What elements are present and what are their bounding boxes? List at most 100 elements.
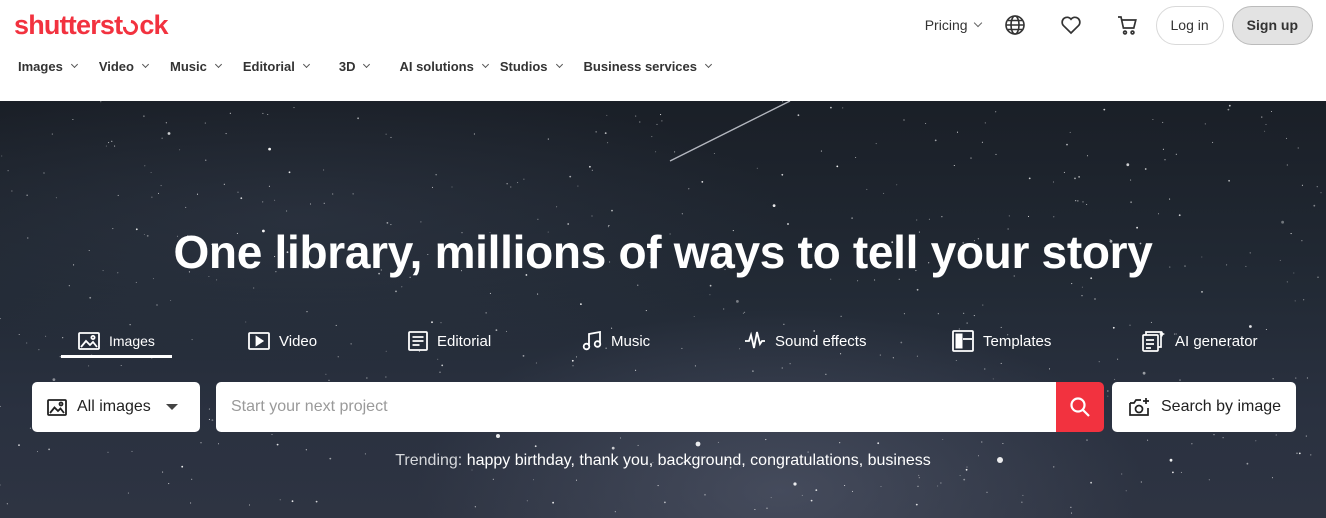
trending-term[interactable]: congratulations, <box>750 452 863 469</box>
star-dot <box>1 155 3 157</box>
tab-images[interactable]: Images <box>78 326 155 356</box>
nav-item-business-services[interactable]: Business services <box>584 59 713 74</box>
star-dot <box>844 484 846 487</box>
star-dot <box>836 165 839 168</box>
login-button[interactable]: Log in <box>1155 5 1224 45</box>
nav-item-images[interactable]: Images <box>18 59 78 74</box>
signup-button[interactable]: Sign up <box>1231 5 1313 45</box>
star-dot <box>903 119 905 121</box>
pricing-menu[interactable]: Pricing <box>924 17 982 33</box>
star-dot <box>268 185 270 187</box>
nav-item-3d[interactable]: 3D <box>339 59 371 74</box>
star-dot <box>532 479 535 481</box>
star-dot <box>474 506 476 508</box>
tab-sound-effects[interactable]: Sound effects <box>744 326 866 356</box>
star-dot <box>880 485 882 488</box>
star-dot <box>916 219 918 221</box>
star-dot <box>267 113 269 116</box>
star-dot <box>1074 177 1076 180</box>
tab-templates[interactable]: Templates <box>952 326 1051 356</box>
globe-icon[interactable] <box>1003 13 1027 37</box>
star-dot <box>167 132 171 135</box>
nav-item-ai-solutions[interactable]: AI solutions <box>399 59 489 74</box>
star-dot <box>1204 123 1206 125</box>
star-dot <box>223 183 225 185</box>
search-input[interactable] <box>216 382 1056 432</box>
star-dot <box>1272 378 1274 380</box>
star-dot <box>451 186 453 188</box>
star-dot <box>205 159 207 161</box>
star-dot <box>253 287 255 289</box>
star-dot <box>556 206 558 208</box>
star-dot <box>352 193 354 195</box>
star-dot <box>395 290 397 293</box>
star-dot <box>661 120 663 122</box>
star-dot <box>1070 506 1072 508</box>
image-type-dropdown[interactable]: All images <box>32 382 200 432</box>
nav-item-music[interactable]: Music <box>170 59 222 74</box>
star-dot <box>1306 377 1308 379</box>
search-by-image-button[interactable]: Search by image <box>1112 382 1296 432</box>
star-dot <box>830 106 832 109</box>
star-dot <box>185 206 187 208</box>
star-dot <box>517 182 519 184</box>
trending-term[interactable]: business <box>868 452 931 469</box>
cart-icon[interactable] <box>1115 13 1139 37</box>
chevron-down-icon <box>704 60 713 68</box>
star-dot <box>688 188 690 190</box>
star-dot <box>225 133 227 135</box>
star-dot <box>1285 137 1288 139</box>
shutterstock-logo[interactable]: shutterst ck <box>14 8 169 42</box>
star-dot <box>1316 186 1318 188</box>
star-dot <box>783 323 785 325</box>
star-dot <box>157 192 160 194</box>
tab-ai-generator[interactable]: AI generator <box>1142 326 1258 356</box>
trending-term[interactable]: thank you, <box>579 452 653 469</box>
star-dot <box>820 150 822 152</box>
star-dot <box>114 145 116 147</box>
search-button[interactable] <box>1056 382 1104 432</box>
star-dot <box>386 222 389 224</box>
star-dot <box>440 322 442 324</box>
pricing-label: Pricing <box>924 17 968 33</box>
star-dot <box>1213 434 1215 436</box>
star-dot <box>782 101 784 103</box>
star-dot <box>523 178 525 180</box>
trending-term[interactable]: background, <box>658 452 746 469</box>
star-dot <box>1078 176 1080 178</box>
star-dot <box>325 373 327 375</box>
star-dot <box>510 186 512 188</box>
star-dot <box>385 376 387 378</box>
star-dot <box>190 502 192 504</box>
star-dot <box>1265 123 1267 126</box>
nav-item-editorial[interactable]: Editorial <box>242 58 310 74</box>
tab-editorial[interactable]: Editorial <box>408 326 491 356</box>
star-dot <box>917 485 919 487</box>
tab-music[interactable]: Music <box>582 326 650 356</box>
star-dot <box>1303 299 1305 301</box>
nav-item-studios[interactable]: Studios <box>500 59 563 74</box>
star-dot <box>744 311 746 313</box>
bright-star <box>496 434 500 438</box>
star-dot <box>537 293 539 295</box>
star-dot <box>1191 443 1193 445</box>
trending-term[interactable]: happy birthday, <box>467 452 575 469</box>
hero-banner: One library, millions of ways to tell yo… <box>0 101 1326 518</box>
heart-icon[interactable] <box>1059 13 1083 37</box>
star-dot <box>1130 179 1132 181</box>
star-dot <box>877 442 880 445</box>
nav-item-video[interactable]: Video <box>99 59 150 74</box>
tab-video[interactable]: Video <box>248 326 317 356</box>
star-dot <box>1270 110 1273 113</box>
nav-item-label: Editorial <box>242 58 295 74</box>
star-dot <box>309 203 312 205</box>
star-dot <box>611 446 615 450</box>
star-dot <box>492 478 494 480</box>
hero-headline: One library, millions of ways to tell yo… <box>173 226 1153 278</box>
shooting-star <box>669 101 791 162</box>
star-dot <box>72 118 74 121</box>
star-dot <box>431 186 434 188</box>
star-dot <box>240 197 243 200</box>
star-dot <box>100 101 102 103</box>
star-dot <box>473 133 475 135</box>
